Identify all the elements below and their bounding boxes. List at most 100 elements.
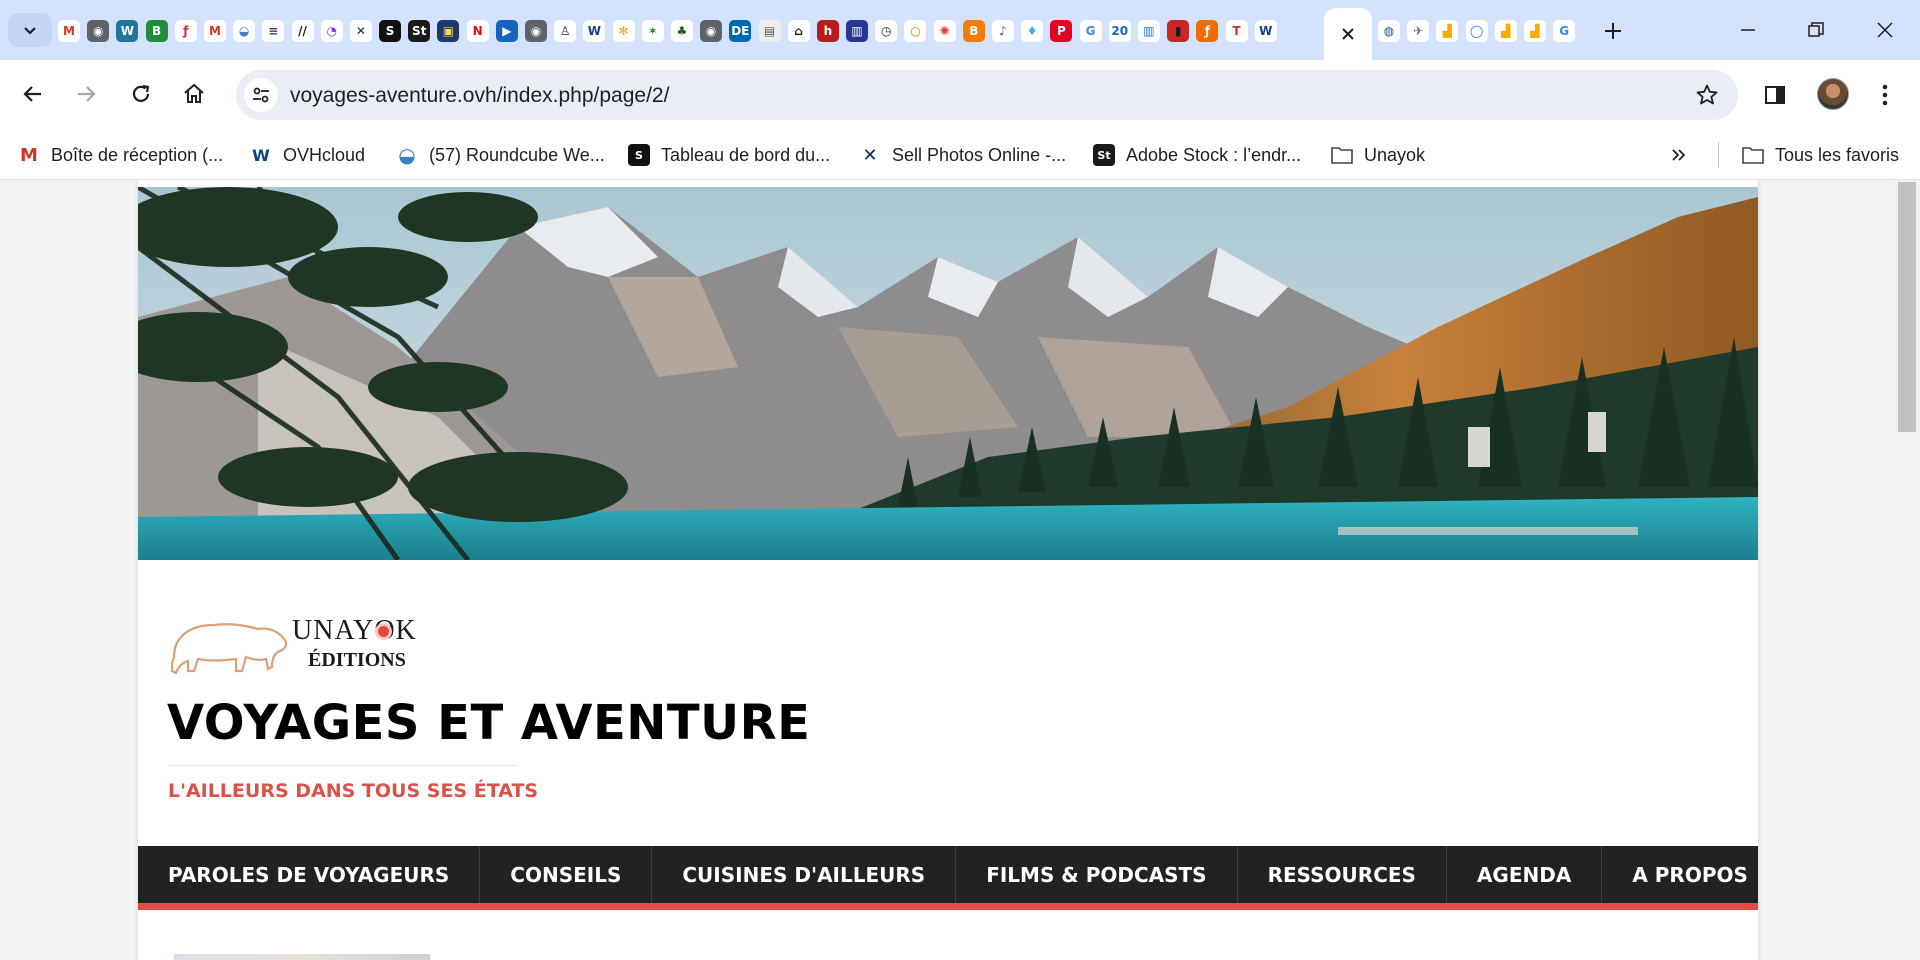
satellite-icon[interactable]: ✈ <box>1407 20 1430 42</box>
bookmark-sell-photos[interactable]: ✕ Sell Photos Online -... <box>859 138 1066 172</box>
bookmark-adobe-stock[interactable]: St Adobe Stock : l’endr... <box>1093 138 1301 172</box>
bookmarks-divider <box>1718 142 1719 168</box>
active-tab[interactable] <box>1324 8 1372 60</box>
squarespace-icon[interactable]: S <box>379 20 402 42</box>
bookmark-dashboard[interactable]: S Tableau de bord du... <box>628 138 830 172</box>
scrollbar-thumb[interactable] <box>1898 182 1916 432</box>
google-icon[interactable]: G <box>1079 20 1102 42</box>
close-icon[interactable] <box>1340 26 1356 42</box>
planet-icon[interactable]: ◍ <box>1378 20 1400 42</box>
new-tab-button[interactable] <box>1598 16 1628 46</box>
person-icon[interactable]: ♙ <box>554 20 577 42</box>
forward-button[interactable] <box>66 74 106 114</box>
clock-icon[interactable]: ◷ <box>875 20 898 42</box>
book-icon[interactable]: ▥ <box>846 20 869 42</box>
play-icon[interactable]: ▶ <box>495 20 518 42</box>
puzzle-icon[interactable]: ✺ <box>933 20 956 42</box>
more-bookmarks-button[interactable] <box>1670 138 1688 172</box>
netflix-icon[interactable]: N <box>466 20 489 42</box>
header-banner-image <box>138 187 1758 560</box>
nav-agenda[interactable]: AGENDA <box>1447 846 1603 903</box>
bear-icon <box>170 623 288 675</box>
letter-b-icon[interactable]: B <box>145 20 168 42</box>
restore-button[interactable] <box>1798 14 1834 46</box>
analytics-icon[interactable]: ▟ <box>1494 20 1517 42</box>
calendar-icon[interactable]: ▤ <box>758 20 781 42</box>
home-button[interactable] <box>174 74 214 114</box>
bookmark-star-button[interactable] <box>1692 80 1722 110</box>
ovh-icon[interactable]: W <box>1254 20 1277 42</box>
bookmark-folder-unayok[interactable]: Unayok <box>1331 138 1425 172</box>
flash-icon[interactable]: ƒ <box>1196 20 1219 42</box>
address-bar[interactable]: voyages-aventure.ovh/index.php/page/2/ <box>236 70 1738 120</box>
browser-menu-button[interactable] <box>1870 80 1900 110</box>
nav-ressources[interactable]: RESSOURCES <box>1238 846 1447 903</box>
red-square-icon[interactable]: ▮ <box>1167 20 1190 42</box>
analytics-icon[interactable]: ▟ <box>1523 20 1546 42</box>
roundcube-icon: ◒ <box>398 143 416 167</box>
globe-icon[interactable]: ◉ <box>525 20 547 42</box>
site-info-button[interactable] <box>244 78 278 112</box>
museum-icon[interactable]: ⌂ <box>787 20 810 42</box>
circle-o-icon[interactable]: ◯ <box>1465 20 1488 42</box>
letter-h-icon[interactable]: h <box>816 20 839 42</box>
de-icon[interactable]: DE <box>729 20 752 42</box>
nav-conseils[interactable]: CONSEILS <box>480 846 653 903</box>
bookmark-label: Boîte de réception (... <box>51 144 224 165</box>
wordpress-icon[interactable]: W <box>116 20 139 42</box>
side-panel-icon <box>1765 86 1785 104</box>
badge-icon[interactable]: ▣ <box>437 20 460 42</box>
ovh-icon[interactable]: W <box>583 20 606 42</box>
slash-icon[interactable]: // <box>291 20 314 42</box>
bookmark-label: (57) Roundcube We... <box>429 144 605 165</box>
minimize-button[interactable] <box>1730 14 1766 46</box>
profile-avatar[interactable] <box>1817 78 1849 110</box>
blogger-icon[interactable]: B <box>962 20 985 42</box>
globe-icon[interactable]: ◉ <box>700 20 723 42</box>
back-button[interactable] <box>13 74 53 114</box>
all-bookmarks-button[interactable]: Tous les favoris <box>1742 138 1899 172</box>
ring-icon[interactable]: ○ <box>904 20 927 42</box>
lines-icon[interactable]: ≡ <box>262 20 285 42</box>
bird-icon[interactable]: ◔ <box>320 20 343 42</box>
tree-icon[interactable]: ♣ <box>670 20 693 42</box>
mic-icon[interactable]: ♪ <box>992 20 1014 42</box>
wix-icon[interactable]: ✕ <box>349 20 372 42</box>
nav-films-podcasts[interactable]: FILMS & PODCASTS <box>956 846 1238 903</box>
tab-search-button[interactable] <box>8 13 52 47</box>
reload-icon <box>132 84 150 102</box>
side-panel-button[interactable] <box>1760 80 1790 110</box>
google-icon[interactable]: G <box>1553 20 1576 42</box>
page-scrollbar[interactable] <box>1894 180 1920 960</box>
globe-icon[interactable]: ◉ <box>87 20 110 42</box>
script-f-icon[interactable]: ƒ <box>174 20 197 42</box>
home-icon <box>184 83 204 103</box>
chevron-down-icon <box>24 27 36 35</box>
star-icon <box>1696 84 1718 105</box>
stock-st-icon[interactable]: St <box>408 20 431 42</box>
t-icon[interactable]: T <box>1225 20 1248 42</box>
reload-button[interactable] <box>121 74 161 114</box>
twenty-icon[interactable]: 20 <box>1108 20 1131 42</box>
site-title[interactable]: VOYAGES ET AVENTURE <box>167 695 810 751</box>
nav-cuisines-dailleurs[interactable]: CUISINES D'AILLEURS <box>652 846 957 903</box>
bookmark-ovhcloud[interactable]: W OVHcloud <box>250 138 365 172</box>
bars-icon[interactable]: ▥ <box>1137 20 1160 42</box>
analytics-icon[interactable]: ▟ <box>1436 20 1459 42</box>
spark-icon[interactable]: ✶ <box>641 20 664 42</box>
bookmark-inbox[interactable]: M Boîte de réception (... <box>18 138 223 172</box>
bookmark-roundcube[interactable]: ◒ (57) Roundcube We... <box>396 138 605 172</box>
joomla-icon[interactable]: ✻ <box>612 20 635 42</box>
nav-paroles-de-voyageurs[interactable]: PAROLES DE VOYAGEURS <box>138 846 481 903</box>
gmail-icon[interactable]: M <box>58 20 80 42</box>
post-thumbnail[interactable] <box>174 954 430 960</box>
bookmark-label: Unayok <box>1364 144 1426 165</box>
close-window-button[interactable] <box>1867 14 1903 46</box>
url-text[interactable]: voyages-aventure.ovh/index.php/page/2/ <box>290 84 669 108</box>
gmail-icon[interactable]: M <box>203 20 226 42</box>
nav-a-propos[interactable]: A PROPOS <box>1602 846 1778 903</box>
roundcube-icon[interactable]: ◒ <box>233 20 256 42</box>
pinterest-icon[interactable]: P <box>1050 20 1073 42</box>
site-logo[interactable]: UNAYOK ÉDITIONS <box>168 605 428 685</box>
drop-icon[interactable]: ♦ <box>1021 20 1044 42</box>
